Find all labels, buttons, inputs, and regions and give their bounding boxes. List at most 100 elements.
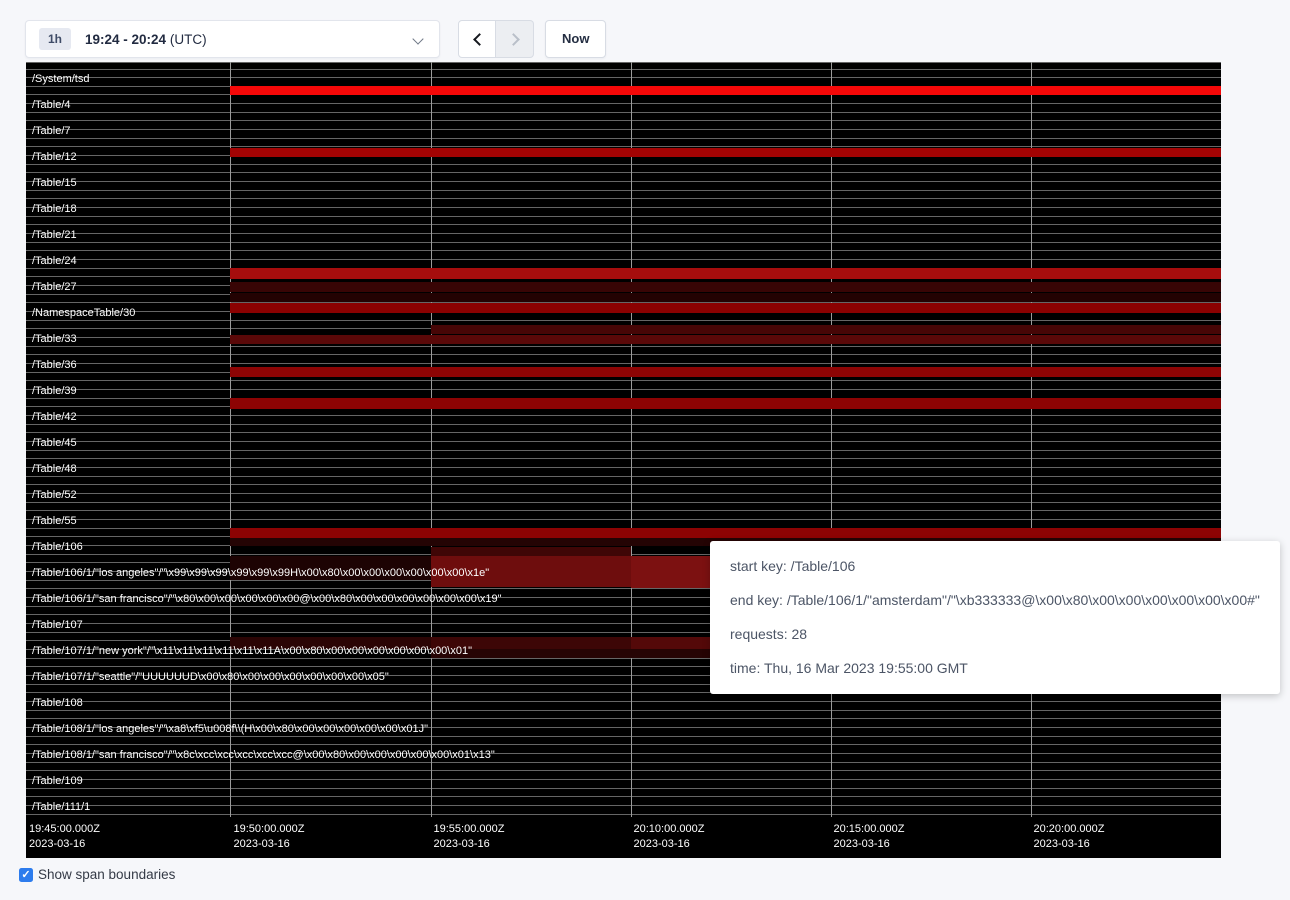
tick-time: 19:55:00.000Z [434, 822, 505, 837]
row-key-label: /Table/36 [32, 359, 77, 372]
row-key-label: /Table/108 [32, 697, 83, 710]
show-span-boundaries-label: Show span boundaries [38, 867, 175, 882]
grid-line-horizontal [26, 216, 1221, 217]
row-key-label: /Table/108/1/"san francisco"/"\x8c\xcc\x… [32, 749, 495, 762]
tick-time: 20:20:00.000Z [1034, 822, 1105, 837]
grid-line-horizontal [26, 805, 1221, 806]
grid-line-horizontal [26, 103, 1221, 104]
heat-band[interactable] [230, 86, 1221, 95]
x-axis-tick-label: 20:20:00.000Z2023-03-16 [1034, 822, 1105, 852]
toolbar: 1h 19:24 - 20:24 (UTC) Now [0, 0, 1290, 62]
heat-band[interactable] [230, 528, 1221, 538]
row-key-label: /Table/106/1/"los angeles"/"\x99\x99\x99… [32, 567, 489, 580]
grid-line-horizontal [26, 198, 1221, 199]
grid-line-horizontal [26, 242, 1221, 243]
grid-line-horizontal [26, 190, 1221, 191]
tooltip-end-key: end key: /Table/106/1/"amsterdam"/"\xb33… [730, 583, 1260, 617]
chevron-left-icon [473, 33, 486, 46]
heat-band[interactable] [230, 148, 1221, 157]
grid-line-horizontal [26, 120, 1221, 121]
grid-line-horizontal [26, 415, 1221, 416]
grid-line-horizontal [26, 363, 1221, 364]
grid-line-vertical [230, 62, 231, 817]
tick-date: 2023-03-16 [634, 837, 705, 852]
grid-line-horizontal [26, 424, 1221, 425]
grid-line-horizontal [26, 701, 1221, 702]
range-nav-group [458, 20, 534, 58]
heat-band[interactable] [431, 547, 631, 556]
grid-line-vertical [431, 62, 432, 817]
prev-range-button[interactable] [458, 20, 496, 58]
grid-line-horizontal [26, 788, 1221, 789]
key-visualizer-canvas[interactable]: /System/tsd/Table/4/Table/7/Table/12/Tab… [26, 62, 1221, 858]
row-key-label: /Table/45 [32, 437, 77, 450]
grid-line-horizontal [26, 250, 1221, 251]
span-boundaries-row: ✓ Show span boundaries [19, 867, 175, 882]
tick-time: 20:10:00.000Z [634, 822, 705, 837]
grid-line-horizontal [26, 814, 1221, 815]
tick-date: 2023-03-16 [834, 837, 905, 852]
tick-date: 2023-03-16 [434, 837, 505, 852]
x-axis-tick-label: 19:45:00.000Z2023-03-16 [29, 822, 100, 852]
tooltip-requests: requests: 28 [730, 617, 1260, 651]
heat-band[interactable] [230, 268, 1221, 279]
range-label: 19:24 - 20:24 (UTC) [85, 32, 207, 47]
grid-line-horizontal [26, 233, 1221, 234]
heat-band[interactable] [230, 335, 1221, 344]
grid-line-horizontal [26, 502, 1221, 503]
row-key-label: /Table/39 [32, 385, 77, 398]
heat-band[interactable] [230, 398, 1221, 409]
row-key-label: /Table/52 [32, 489, 77, 502]
row-key-label: /Table/18 [32, 203, 77, 216]
x-axis-tick-label: 20:10:00.000Z2023-03-16 [634, 822, 705, 852]
grid-line-horizontal [26, 207, 1221, 208]
row-key-label: /Table/106/1/"san francisco"/"\x80\x00\x… [32, 593, 502, 606]
x-axis-tick-label: 20:15:00.000Z2023-03-16 [834, 822, 905, 852]
tick-time: 19:50:00.000Z [234, 822, 305, 837]
chevron-right-icon [507, 33, 520, 46]
grid-line-horizontal [26, 138, 1221, 139]
heat-band[interactable] [230, 367, 1221, 377]
grid-line-horizontal [26, 510, 1221, 511]
tooltip-start-key: start key: /Table/106 [730, 549, 1260, 583]
row-key-label: /Table/111/1 [32, 801, 90, 814]
row-key-label: /Table/4 [32, 99, 71, 112]
grid-line-horizontal [26, 450, 1221, 451]
row-key-label: /Table/107/1/"new york"/"\x11\x11\x11\x1… [32, 645, 472, 658]
grid-line-horizontal [26, 476, 1221, 477]
tick-time: 19:45:00.000Z [29, 822, 100, 837]
grid-line-horizontal [26, 69, 1221, 70]
tick-date: 2023-03-16 [234, 837, 305, 852]
grid-line-vertical [1031, 62, 1032, 817]
grid-line-horizontal [26, 493, 1221, 494]
heat-band[interactable] [431, 325, 1221, 334]
grid-line-horizontal [26, 62, 1221, 63]
range-utc-suffix: (UTC) [166, 32, 207, 47]
grid-line-horizontal [26, 224, 1221, 225]
grid-line-horizontal [26, 718, 1221, 719]
range-times: 19:24 - 20:24 [85, 32, 166, 47]
row-key-label: /Table/48 [32, 463, 77, 476]
row-key-label: /Table/42 [32, 411, 77, 424]
row-key-label: /Table/15 [32, 177, 77, 190]
time-range-selector[interactable]: 1h 19:24 - 20:24 (UTC) [25, 20, 440, 58]
grid-line-horizontal [26, 484, 1221, 485]
heat-band[interactable] [230, 293, 1221, 302]
grid-line-horizontal [26, 744, 1221, 745]
grid-line-horizontal [26, 129, 1221, 130]
row-key-label: /Table/107/1/"seattle"/"UUUUUUD\x00\x80\… [32, 671, 389, 684]
show-span-boundaries-checkbox[interactable]: ✓ [19, 868, 33, 882]
now-button[interactable]: Now [545, 20, 606, 58]
grid-line-horizontal [26, 519, 1221, 520]
next-range-button[interactable] [496, 20, 534, 58]
x-axis-tick-label: 19:55:00.000Z2023-03-16 [434, 822, 505, 852]
grid-line-vertical [631, 62, 632, 817]
heat-band[interactable] [230, 303, 1221, 313]
heat-band[interactable] [230, 282, 1221, 292]
grid-line-horizontal [26, 458, 1221, 459]
chevron-down-icon [412, 33, 423, 44]
grid-line-horizontal [26, 432, 1221, 433]
row-key-label: /System/tsd [32, 73, 89, 86]
grid-line-horizontal [26, 172, 1221, 173]
grid-line-horizontal [26, 380, 1221, 381]
